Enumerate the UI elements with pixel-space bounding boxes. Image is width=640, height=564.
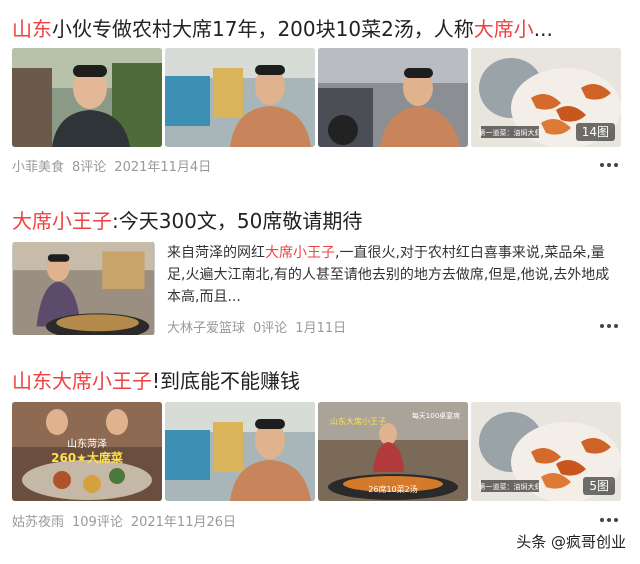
- image-count-badge: 14图: [575, 123, 615, 141]
- source-name[interactable]: 小菲美食: [12, 160, 64, 175]
- image-caption: 每天100桌宴席: [412, 411, 460, 420]
- image-caption: 第一道菜：油焖大虾: [479, 482, 542, 491]
- banquet-table-image: 山东菏泽 260★大席菜: [12, 402, 162, 501]
- card-title[interactable]: 山东大席小王子!到底能不能赚钱: [12, 368, 632, 394]
- title-text: :今天300文，50席敬请期待: [112, 209, 363, 233]
- thumbnail-image[interactable]: 山东大席小王子 每天100桌宴席 26席10菜2汤: [318, 402, 468, 501]
- title-text: 小伙专做农村大席17年，200块10菜2汤，人称: [52, 17, 474, 41]
- title-highlight: 大席小: [473, 17, 534, 41]
- watermark: 头条 @疯哥创业: [516, 533, 626, 551]
- thumbnail-image[interactable]: [165, 48, 315, 147]
- thumbnail-row[interactable]: 山东菏泽 260★大席菜 山东大席小王子 每天100桌宴席 26席10菜2汤 第…: [12, 402, 621, 501]
- title-highlight: 山东大席小王子: [12, 369, 152, 393]
- thumbnail-image[interactable]: [165, 402, 315, 501]
- card-meta: 小菲美食 8评论 2021年11月4日: [12, 156, 219, 175]
- man-portrait-outdoor-image: [12, 48, 162, 147]
- card-title[interactable]: 大席小王子:今天300文，50席敬请期待: [12, 208, 632, 234]
- thumbnail-image[interactable]: [318, 48, 468, 147]
- image-caption: 山东大席小王子: [330, 416, 386, 426]
- thumbnail-image[interactable]: 山东菏泽 260★大席菜: [12, 402, 162, 501]
- news-card-2[interactable]: 大席小王子:今天300文，50席敬请期待 来自菏泽的网红大席小王子,一直很火,对…: [0, 195, 640, 350]
- comment-count[interactable]: 8评论: [72, 160, 106, 175]
- image-caption: 山东菏泽: [67, 437, 107, 450]
- chef-sweater-image: [165, 48, 315, 147]
- thumbnail-image[interactable]: 第一道菜：油焖大虾 5图: [471, 402, 621, 501]
- source-name[interactable]: 大林子爱篮球: [167, 321, 245, 336]
- publish-date: 2021年11月26日: [130, 515, 237, 530]
- card-title[interactable]: 山东小伙专做农村大席17年，200块10菜2汤，人称大席小...: [12, 16, 632, 42]
- chef-cooking-outdoor-image: [318, 48, 468, 147]
- image-caption: 260★大席菜: [51, 450, 123, 465]
- publish-date: 2021年11月4日: [114, 160, 212, 175]
- more-options-icon[interactable]: [600, 324, 618, 330]
- title-highlight: 大席小王子: [12, 209, 112, 233]
- image-caption: 26席10菜2汤: [368, 484, 417, 494]
- image-count-badge: 5图: [583, 477, 615, 495]
- summary-text: 来自菏泽的网红: [167, 245, 265, 261]
- image-caption: 第一道菜：油焖大虾: [479, 128, 542, 137]
- title-highlight: 山东: [12, 17, 52, 41]
- thumbnail-image[interactable]: 第一道菜：油焖大虾 14图: [471, 48, 621, 147]
- thumbnail-image[interactable]: [12, 48, 162, 147]
- thumbnail-row[interactable]: 第一道菜：油焖大虾 14图: [12, 48, 621, 147]
- title-ellipsis: ...: [533, 17, 553, 41]
- card-meta: 姑苏夜雨 109评论 2021年11月26日: [12, 511, 244, 530]
- news-card-1[interactable]: 山东小伙专做农村大席17年，200块10菜2汤，人称大席小... 第一道菜：油焖…: [0, 0, 640, 185]
- chef-wok-image: [13, 242, 154, 335]
- more-options-icon[interactable]: [600, 163, 618, 169]
- chef-sweater-image: [165, 402, 315, 501]
- comment-count[interactable]: 109评论: [72, 515, 123, 530]
- more-options-icon[interactable]: [600, 518, 618, 524]
- card-meta: 大林子爱篮球 0评论 1月11日: [167, 317, 354, 336]
- title-text: !到底能不能赚钱: [152, 369, 301, 393]
- thumbnail-image[interactable]: [12, 242, 155, 335]
- publish-date: 1月11日: [295, 321, 347, 336]
- summary-highlight: 大席小王子: [265, 245, 335, 261]
- outdoor-cooking-image: 山东大席小王子 每天100桌宴席 26席10菜2汤: [318, 402, 468, 501]
- source-name[interactable]: 姑苏夜雨: [12, 515, 64, 530]
- article-summary[interactable]: 来自菏泽的网红大席小王子,一直很火,对于农村红白喜事来说,菜品朵,量足,火遍大江…: [167, 242, 622, 308]
- comment-count[interactable]: 0评论: [253, 321, 287, 336]
